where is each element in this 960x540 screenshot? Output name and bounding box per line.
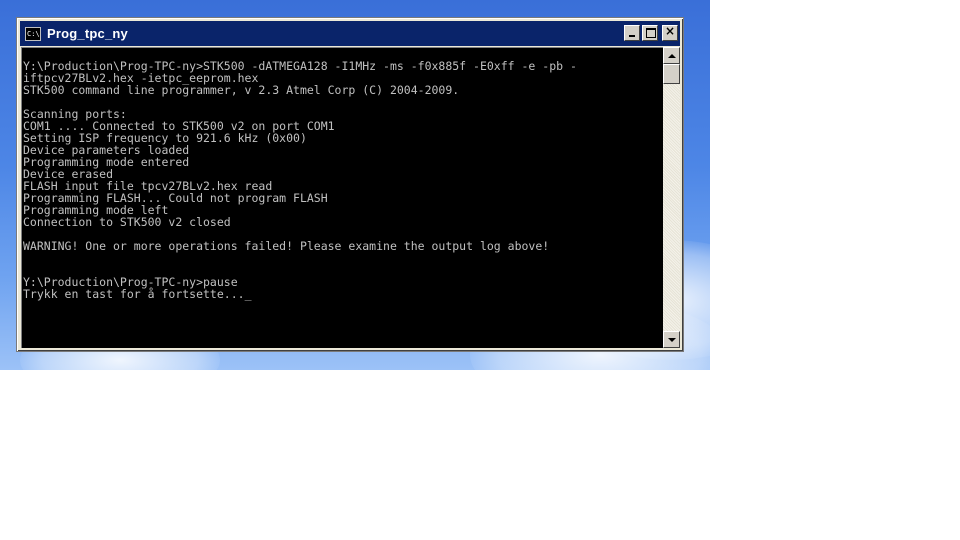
close-button[interactable]: × bbox=[662, 24, 678, 41]
scroll-down-button[interactable] bbox=[663, 331, 680, 348]
window-controls: × bbox=[624, 24, 678, 41]
minimize-button[interactable] bbox=[624, 25, 640, 41]
scroll-thumb[interactable] bbox=[663, 64, 680, 84]
minimize-icon bbox=[629, 35, 635, 37]
arrow-down-icon bbox=[668, 338, 676, 342]
vertical-scrollbar[interactable] bbox=[663, 47, 680, 348]
arrow-up-icon bbox=[668, 54, 676, 58]
console-line: Connection to STK500 v2 closed bbox=[23, 215, 231, 229]
maximize-icon bbox=[646, 28, 656, 38]
maximize-button[interactable] bbox=[642, 25, 658, 41]
scroll-up-button[interactable] bbox=[663, 47, 680, 64]
console-output[interactable]: Y:\Production\Prog-TPC-ny>STK500 -dATMEG… bbox=[21, 47, 663, 348]
console-line: STK500 command line programmer, v 2.3 At… bbox=[23, 83, 460, 97]
window-title: Prog_tpc_ny bbox=[47, 26, 128, 41]
prompt-line: Trykk en tast for å fortsette..._ bbox=[23, 288, 663, 300]
warning-line: WARNING! One or more operations failed! … bbox=[23, 239, 550, 253]
prompt-text: Trykk en tast for å fortsette... bbox=[23, 287, 245, 301]
text-cursor: _ bbox=[244, 287, 252, 301]
title-bar[interactable]: C:\ Prog_tpc_ny × bbox=[20, 21, 680, 46]
console-icon: C:\ bbox=[25, 26, 41, 41]
close-icon: × bbox=[664, 24, 676, 38]
console-window: C:\ Prog_tpc_ny × Y:\Production\Prog-TPC… bbox=[16, 17, 684, 352]
desktop-background: C:\ Prog_tpc_ny × Y:\Production\Prog-TPC… bbox=[0, 0, 710, 370]
console-line: Programming mode entered bbox=[23, 155, 190, 169]
